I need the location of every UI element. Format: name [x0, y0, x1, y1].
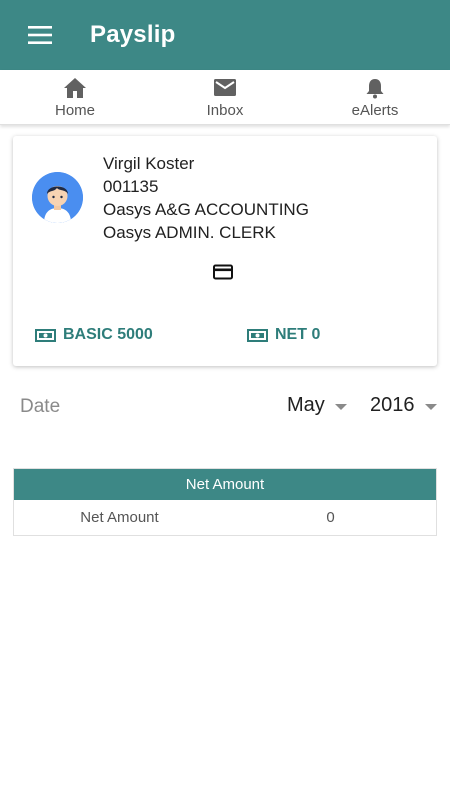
money-icon — [247, 328, 268, 342]
home-icon — [64, 78, 86, 98]
tab-bar: Home Inbox eAlerts — [0, 70, 450, 125]
mail-icon — [214, 79, 236, 96]
date-label: Date — [20, 396, 61, 417]
user-avatar-icon — [32, 172, 83, 223]
credit-card-icon[interactable] — [213, 264, 233, 285]
chevron-down-icon — [334, 403, 347, 410]
year-value: 2016 — [370, 394, 415, 416]
employee-position: Oasys ADMIN. CLERK — [103, 223, 276, 242]
month-select[interactable]: May — [287, 394, 347, 417]
net-salary-label: NET 0 — [275, 326, 321, 343]
employee-name: Virgil Koster — [103, 154, 195, 173]
bell-icon — [366, 79, 384, 99]
month-value: May — [287, 394, 325, 416]
tab-inbox[interactable]: Inbox — [150, 70, 300, 124]
table-row: Net Amount 0 — [14, 500, 436, 535]
basic-salary-badge: BASIC 5000 — [35, 326, 153, 344]
employee-card: Virgil Koster 001135 Oasys A&G ACCOUNTIN… — [13, 136, 437, 366]
money-icon — [35, 328, 56, 342]
tab-ealerts[interactable]: eAlerts — [300, 70, 450, 124]
employee-id: 001135 — [103, 177, 159, 196]
employee-company: Oasys A&G ACCOUNTING — [103, 200, 309, 219]
tab-home-label: Home — [54, 102, 95, 119]
row-value: 0 — [326, 509, 335, 526]
net-salary-badge: NET 0 — [247, 326, 320, 344]
employee-info: Virgil Koster 001135 Oasys A&G ACCOUNTIN… — [103, 152, 309, 244]
tab-ealerts-label: eAlerts — [351, 102, 399, 119]
hamburger-menu-icon — [28, 26, 52, 44]
basic-salary-label: BASIC 5000 — [63, 326, 153, 343]
menu-button[interactable] — [0, 0, 80, 70]
chevron-down-icon — [424, 403, 437, 410]
row-label: Net Amount — [80, 509, 159, 526]
page-title: Payslip — [90, 21, 176, 48]
tab-inbox-label: Inbox — [206, 102, 244, 119]
table-header: Net Amount — [14, 469, 436, 500]
date-filter-row: Date May 2016 — [0, 390, 450, 426]
net-amount-table: Net Amount Net Amount 0 — [13, 468, 437, 536]
year-select[interactable]: 2016 — [370, 394, 437, 417]
app-bar: Payslip — [0, 0, 450, 70]
tab-home[interactable]: Home — [0, 70, 150, 124]
